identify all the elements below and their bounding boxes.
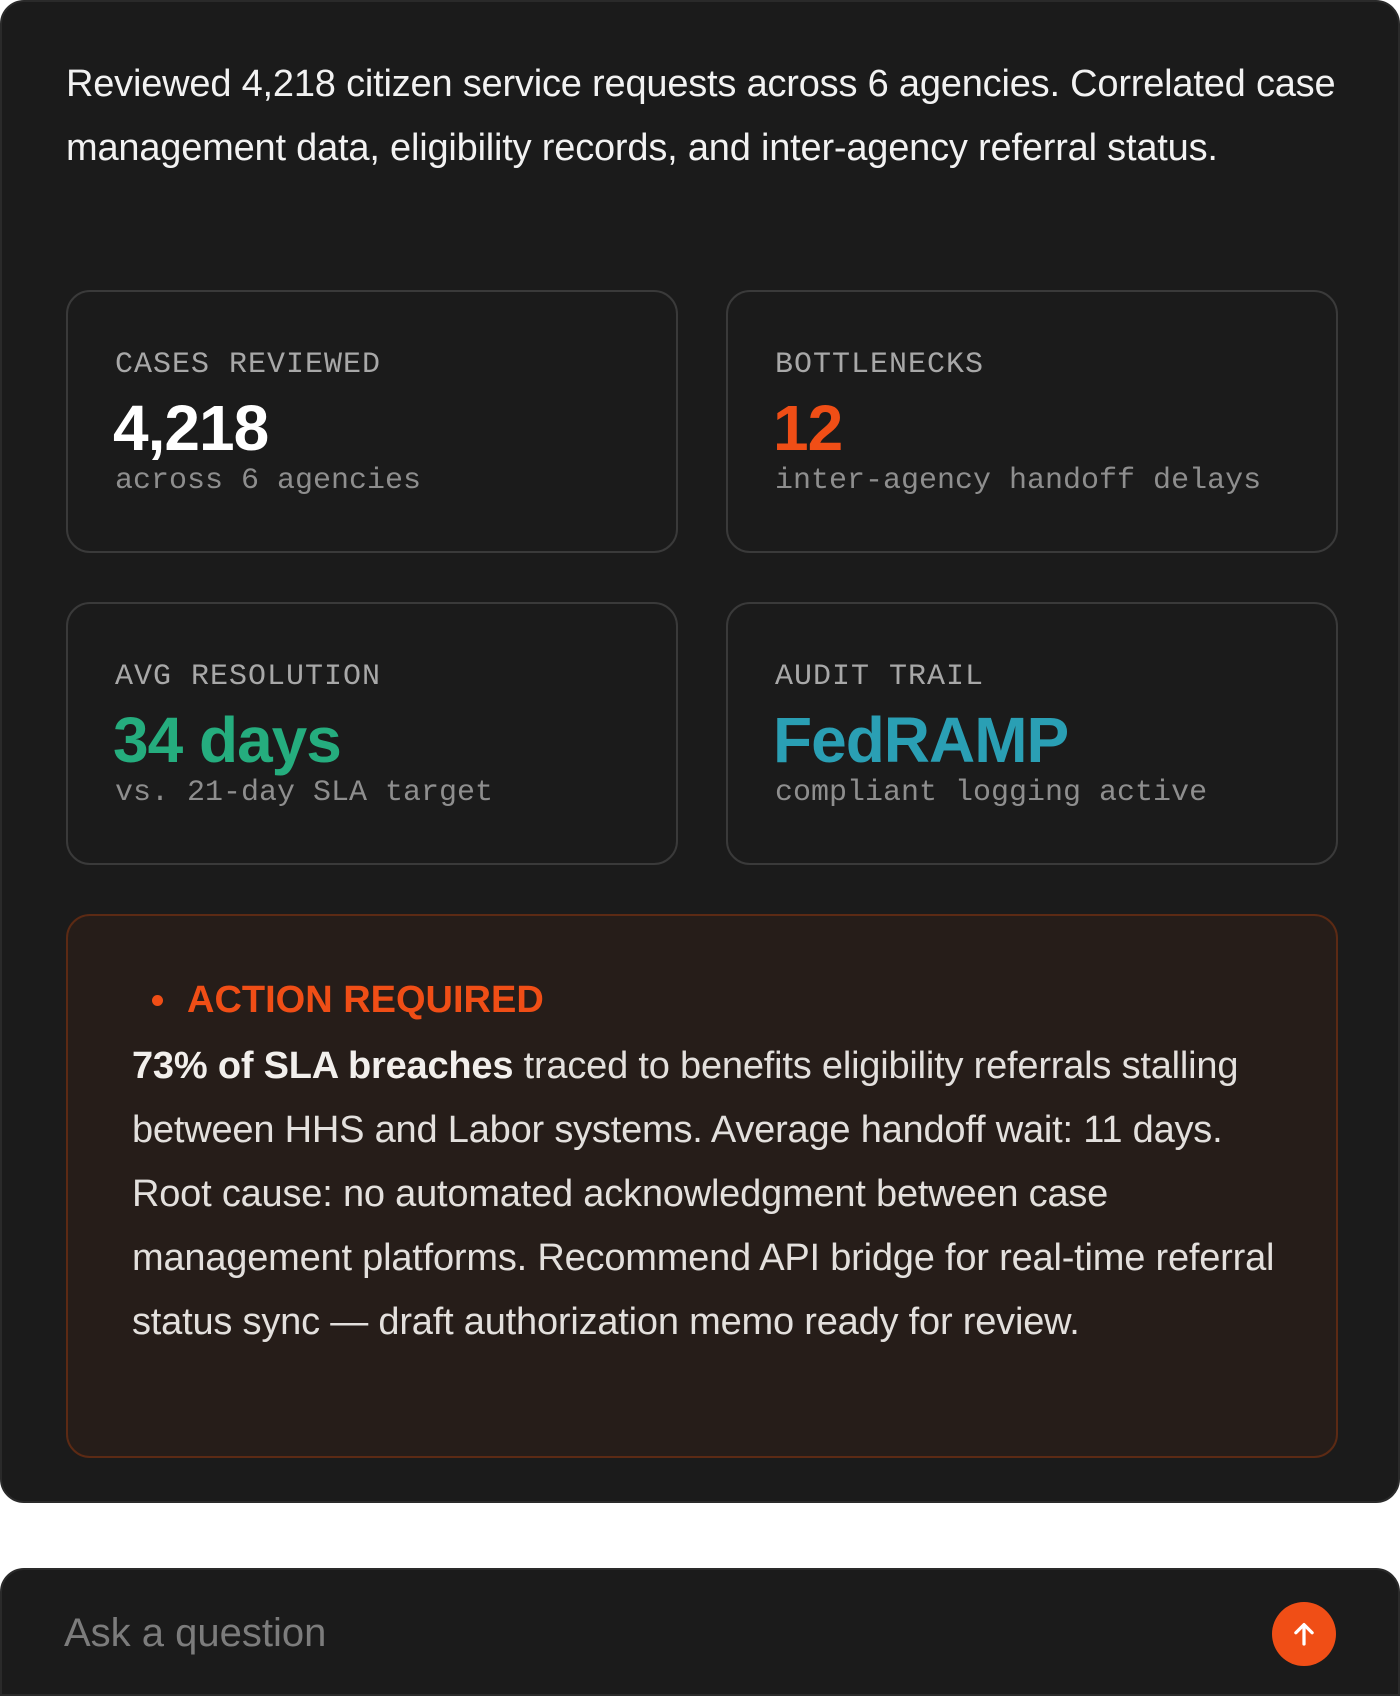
- metric-label: AVG RESOLUTION: [115, 660, 382, 694]
- alert-title: ACTION REQUIRED: [187, 979, 544, 1021]
- metric-card-audit-trail: AUDIT TRAIL FedRAMP compliant logging ac…: [726, 602, 1338, 865]
- metric-value: 34 days: [113, 704, 342, 776]
- alert-header: ACTION REQUIRED: [152, 978, 544, 1022]
- metric-value: FedRAMP: [773, 704, 1069, 776]
- metric-subtext: inter-agency handoff delays: [775, 464, 1262, 498]
- ask-question-input[interactable]: [64, 1600, 1214, 1666]
- metric-card-avg-resolution: AVG RESOLUTION 34 days vs. 21-day SLA ta…: [66, 602, 678, 865]
- alert-body-text: traced to benefits eligibility referrals…: [132, 1045, 1275, 1343]
- action-required-callout: ACTION REQUIRED 73% of SLA breaches trac…: [66, 914, 1338, 1458]
- metric-subtext: across 6 agencies: [115, 464, 422, 498]
- metric-card-bottlenecks: BOTTLENECKS 12 inter-agency handoff dela…: [726, 290, 1338, 553]
- metric-label: BOTTLENECKS: [775, 348, 985, 382]
- metric-value: 4,218: [113, 392, 269, 464]
- alert-bold-lead: 73% of SLA breaches: [132, 1045, 514, 1087]
- metric-subtext: compliant logging active: [775, 776, 1208, 810]
- metric-card-cases-reviewed: CASES REVIEWED 4,218 across 6 agencies: [66, 290, 678, 553]
- metric-value: 12: [773, 392, 843, 464]
- summary-text: Reviewed 4,218 citizen service requests …: [66, 63, 1336, 169]
- alert-body: 73% of SLA breaches traced to benefits e…: [132, 1034, 1282, 1354]
- send-button[interactable]: [1272, 1602, 1336, 1666]
- bullet-dot-icon: [152, 994, 163, 1006]
- metric-label: AUDIT TRAIL: [775, 660, 985, 694]
- metric-label: CASES REVIEWED: [115, 348, 382, 382]
- arrow-up-icon: [1294, 1623, 1314, 1646]
- analysis-response-panel: Reviewed 4,218 citizen service requests …: [0, 0, 1400, 1503]
- question-composer: [0, 1568, 1400, 1696]
- metric-subtext: vs. 21-day SLA target: [115, 776, 494, 810]
